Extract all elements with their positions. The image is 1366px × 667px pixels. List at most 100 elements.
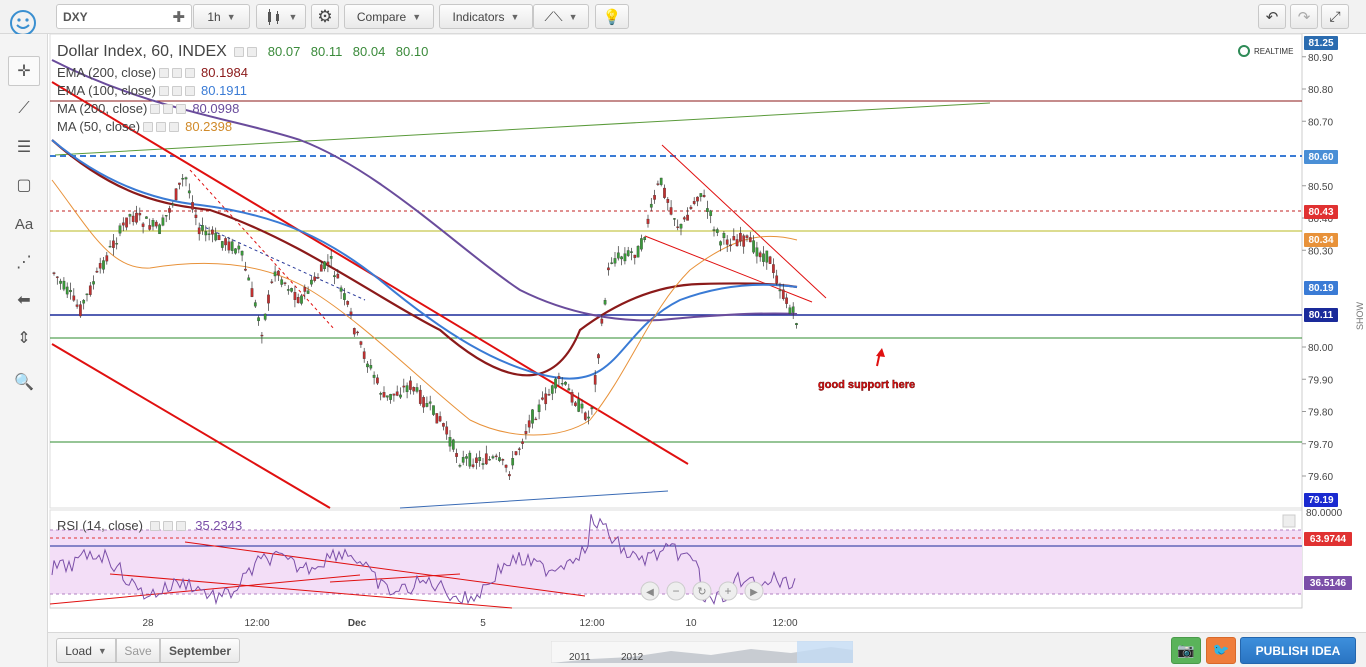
load-button[interactable]: Load ▼	[56, 638, 116, 663]
layout-tab[interactable]: September	[160, 638, 240, 663]
eye-icon[interactable]	[247, 47, 258, 57]
candle-body	[613, 258, 617, 264]
year-label: 2011	[569, 652, 591, 663]
candle-body	[673, 218, 676, 220]
realtime-badge: REALTIME	[1238, 45, 1293, 57]
candle-body	[692, 201, 696, 204]
price-tag[interactable]: 80.43	[1304, 205, 1338, 219]
candle-body	[227, 241, 231, 251]
candle-body	[392, 393, 396, 396]
candle-body	[768, 256, 772, 264]
candle-body	[273, 271, 277, 277]
candle-body	[748, 237, 752, 243]
candle-body	[72, 295, 76, 301]
settings-icon[interactable]	[159, 86, 169, 96]
candle-body	[154, 221, 158, 227]
price-tick-label: 79.90	[1308, 375, 1333, 386]
candle-body	[636, 245, 640, 258]
price-tag[interactable]: 81.25	[1304, 36, 1338, 50]
candle-body	[372, 374, 376, 378]
candle-body	[633, 254, 637, 258]
candle-body	[257, 317, 260, 322]
candle-body	[237, 245, 241, 250]
navigator-minimap[interactable]: 2011 2012	[551, 641, 853, 663]
candle-body	[108, 245, 112, 248]
time-tick-label: 12:00	[244, 618, 269, 629]
settings-icon[interactable]	[143, 122, 154, 132]
candle-body	[316, 277, 320, 279]
twitter-icon: 🐦	[1212, 642, 1230, 658]
candle-body	[95, 270, 99, 273]
candle-body	[590, 407, 594, 410]
price-tag[interactable]: 80.11	[1304, 308, 1338, 322]
candle-body	[82, 300, 86, 304]
settings-icon[interactable]	[159, 68, 169, 78]
candle-body	[577, 398, 581, 412]
candle-body	[607, 267, 610, 271]
candle-body	[699, 193, 703, 197]
price-tag[interactable]: 80.60	[1304, 150, 1338, 164]
pane-maximize-button[interactable]	[1282, 514, 1296, 528]
close-icon[interactable]	[176, 104, 187, 114]
eye-icon[interactable]	[156, 122, 167, 132]
publish-idea-button[interactable]: PUBLISH IDEA	[1240, 637, 1356, 664]
candle-body	[286, 289, 290, 291]
candle-body	[75, 304, 79, 307]
price-axis[interactable]: 80.9080.8080.7080.5080.4080.3080.0079.90…	[1302, 53, 1333, 483]
close-icon[interactable]	[175, 521, 186, 531]
candle-body	[679, 223, 683, 229]
candle-body	[488, 459, 491, 461]
plus-icon: +	[724, 584, 731, 598]
candle-body	[359, 341, 363, 345]
candle-body	[352, 328, 356, 335]
candle-body	[300, 295, 303, 304]
candle-body	[722, 233, 726, 239]
ohlc-open: 80.07	[267, 44, 301, 59]
close-icon[interactable]	[185, 68, 195, 78]
candle-body	[554, 378, 557, 389]
rsi-tag[interactable]: 36.5146	[1304, 576, 1352, 590]
candle-body	[293, 292, 297, 300]
rsi-tag[interactable]: 63.9744	[1304, 532, 1352, 546]
eye-icon[interactable]	[172, 68, 182, 78]
candle-body	[306, 290, 310, 294]
candle-body	[501, 459, 505, 461]
eye-icon[interactable]	[162, 521, 173, 531]
candle-body	[534, 418, 538, 421]
candle-body	[112, 240, 115, 248]
annotation-text[interactable]: good support here	[818, 379, 916, 391]
candle-body	[504, 464, 508, 468]
settings-icon[interactable]	[234, 47, 245, 57]
close-icon[interactable]	[169, 122, 180, 132]
candle-body	[435, 413, 439, 424]
price-tag[interactable]: 80.19	[1304, 281, 1338, 295]
candle-body	[405, 385, 409, 393]
price-tag[interactable]: 79.19	[1304, 493, 1338, 507]
ohlc-close: 80.10	[395, 44, 429, 59]
candle-body	[778, 289, 782, 292]
eye-icon[interactable]	[172, 86, 182, 96]
rsi-label: RSI (14, close)	[57, 518, 143, 533]
candle-body	[366, 363, 369, 368]
candle-body	[211, 229, 214, 235]
eye-icon[interactable]	[163, 104, 174, 114]
settings-icon[interactable]	[150, 104, 161, 114]
show-label[interactable]: SHOW	[1355, 301, 1365, 330]
price-tick-label: 79.60	[1308, 472, 1333, 483]
save-button[interactable]: Save	[116, 638, 160, 663]
settings-icon[interactable]	[149, 521, 160, 531]
candle-body	[145, 216, 148, 219]
candle-body	[557, 375, 561, 379]
time-axis[interactable]: 28 12:00 Dec 5 12:00 10 12:00	[142, 618, 798, 629]
candle-body	[580, 403, 584, 409]
candle-body	[669, 207, 673, 215]
candle-body	[131, 215, 135, 222]
price-tag[interactable]: 80.34	[1304, 233, 1338, 247]
candle-body	[385, 395, 389, 398]
candle-body	[253, 302, 257, 307]
tweet-button[interactable]: 🐦	[1206, 637, 1236, 664]
candle-body	[448, 437, 452, 447]
candle-body	[623, 253, 627, 262]
snapshot-button[interactable]: 📷	[1171, 637, 1201, 664]
close-icon[interactable]	[185, 86, 195, 96]
